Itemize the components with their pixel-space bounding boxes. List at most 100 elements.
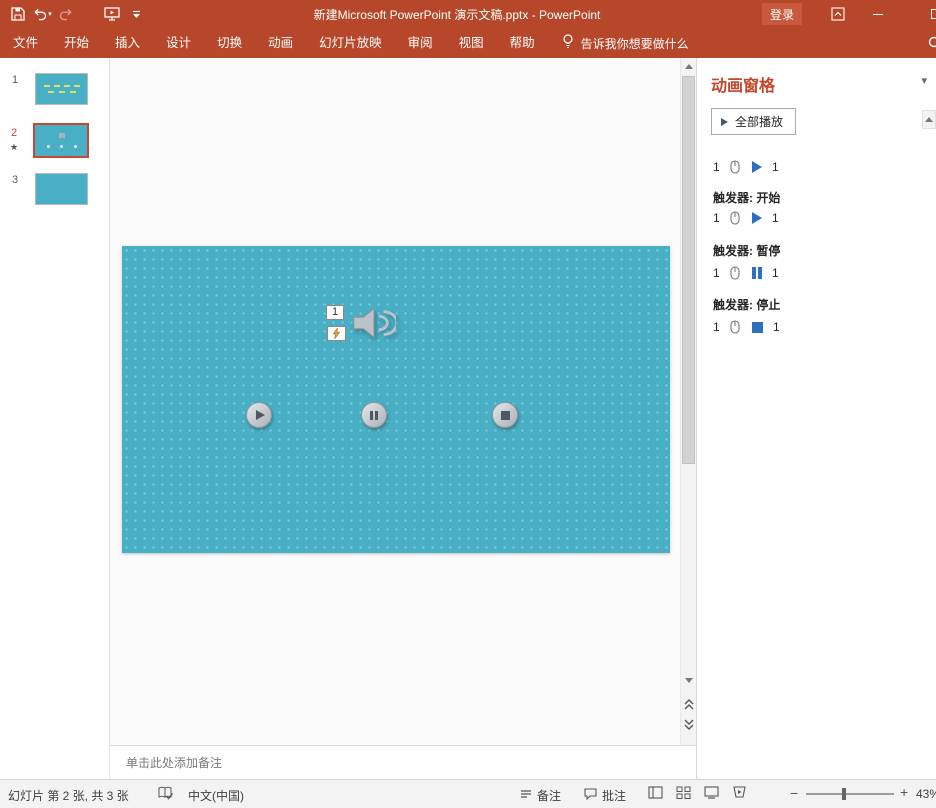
maximize-icon[interactable] <box>920 3 936 25</box>
zoom-out-button[interactable]: − <box>790 785 798 801</box>
start-slideshow-icon[interactable] <box>100 3 124 25</box>
pane-collapse-icon[interactable]: ▾ <box>921 74 927 87</box>
tab-insert[interactable]: 插入 <box>102 28 153 58</box>
tell-me-box[interactable]: 告诉我你想要做什么 <box>562 34 689 52</box>
stop-glyph-icon <box>752 322 763 333</box>
tab-slideshow[interactable]: 幻灯片放映 <box>306 28 395 58</box>
trigger-group-label: 触发器: 暂停 <box>713 242 780 259</box>
next-slide-icon[interactable] <box>681 716 697 732</box>
view-switcher <box>648 786 747 799</box>
trigger-group-label: 触发器: 开始 <box>713 189 780 206</box>
tab-animations[interactable]: 动画 <box>255 28 306 58</box>
animation-trigger-badge <box>327 326 346 341</box>
notes-icon <box>520 788 532 803</box>
notes-toggle-button[interactable]: 备注 <box>520 787 561 804</box>
tab-transitions[interactable]: 切换 <box>204 28 255 58</box>
thumb-button-dot <box>47 145 50 148</box>
quick-access-toolbar: ▾ <box>0 3 148 25</box>
comment-icon <box>584 788 597 803</box>
animation-number-badge: 1 <box>326 305 344 320</box>
play-icon <box>721 118 728 126</box>
previous-slide-icon[interactable] <box>681 696 697 712</box>
redo-icon[interactable] <box>54 3 78 25</box>
save-icon[interactable] <box>6 3 30 25</box>
scroll-down-icon[interactable] <box>681 672 697 688</box>
pane-scroll-up-icon[interactable] <box>922 110 936 129</box>
slide-number: 3 <box>12 174 18 186</box>
tab-review[interactable]: 审阅 <box>395 28 446 58</box>
notes-area[interactable]: 单击此处添加备注 <box>110 745 696 779</box>
lightning-icon <box>332 328 341 339</box>
tell-me-label: 告诉我你想要做什么 <box>581 35 689 52</box>
stop-button-shape[interactable] <box>492 402 518 428</box>
tab-design[interactable]: 设计 <box>153 28 204 58</box>
play-glyph-icon <box>752 212 762 224</box>
speaker-icon[interactable] <box>350 301 396 348</box>
titlebar: ▾ 新建Microsoft PowerPoint 演示文稿.pptx - Pow… <box>0 0 936 28</box>
click-trigger-icon <box>730 320 740 334</box>
tab-help[interactable]: 帮助 <box>497 28 548 58</box>
comments-toggle-label: 批注 <box>602 787 626 804</box>
ribbon-display-options-icon[interactable] <box>824 3 852 25</box>
trigger-group-label: 触发器: 停止 <box>713 296 780 313</box>
comments-toggle-button[interactable]: 批注 <box>584 787 626 804</box>
zoom-in-button[interactable]: + <box>900 784 908 800</box>
search-icon[interactable] <box>927 35 936 54</box>
zoom-percent[interactable]: 43% <box>916 787 936 801</box>
slide-sorter-view-icon[interactable] <box>676 786 691 799</box>
animation-item[interactable]: 1 1 <box>713 158 779 176</box>
pause-button-shape[interactable] <box>361 402 387 428</box>
play-all-label: 全部播放 <box>735 113 783 130</box>
animation-pane: 动画窗格 ▾ 全部播放 1 1 触发器: 开始 1 1 触发器: 暂停 1 <box>696 58 936 779</box>
lightbulb-icon <box>562 34 574 52</box>
animation-item[interactable]: 1 1 <box>713 318 780 336</box>
spellcheck-icon[interactable] <box>158 786 173 804</box>
scrollbar-thumb[interactable] <box>682 76 695 464</box>
zoom-slider-thumb[interactable] <box>842 788 846 800</box>
animation-target-label: 1 <box>772 266 779 280</box>
normal-view-icon[interactable] <box>648 786 663 799</box>
undo-icon[interactable]: ▾ <box>30 3 54 25</box>
statusbar: 幻灯片 第 2 张, 共 3 张 中文(中国) 备注 批注 <box>0 779 936 808</box>
pause-glyph-icon <box>752 267 762 279</box>
slide-thumbnail-2[interactable] <box>33 123 89 158</box>
scroll-up-icon[interactable] <box>681 58 697 74</box>
click-trigger-icon <box>730 160 740 174</box>
animation-target-label: 1 <box>772 211 779 225</box>
thumb-title-placeholder <box>44 85 80 87</box>
minimize-icon[interactable] <box>864 3 892 25</box>
slide-number: 1 <box>12 74 18 86</box>
click-trigger-icon <box>730 266 740 280</box>
animation-order-number: 1 <box>713 320 722 334</box>
zoom-slider[interactable] <box>806 793 894 795</box>
tab-file[interactable]: 文件 <box>0 28 51 58</box>
ribbon-tab-bar: 文件 开始 插入 设计 切换 动画 幻灯片放映 审阅 视图 帮助 告诉我你想要做… <box>0 28 936 58</box>
thumb-title-placeholder <box>48 91 76 93</box>
animation-order-number: 1 <box>713 211 722 225</box>
notes-toggle-label: 备注 <box>537 787 561 804</box>
tab-home[interactable]: 开始 <box>51 28 102 58</box>
language-button[interactable]: 中文(中国) <box>188 787 244 804</box>
sign-in-button[interactable]: 登录 <box>762 3 802 25</box>
animation-star-icon: ★ <box>10 142 18 153</box>
slide[interactable]: 1 <box>122 246 670 553</box>
slideshow-view-icon[interactable] <box>732 786 747 799</box>
play-button-shape[interactable] <box>246 402 272 428</box>
animation-item[interactable]: 1 1 <box>713 209 779 227</box>
click-trigger-icon <box>730 211 740 225</box>
reading-view-icon[interactable] <box>704 786 719 799</box>
thumb-speaker-icon <box>59 133 65 138</box>
vertical-scrollbar[interactable] <box>680 58 696 745</box>
animation-item[interactable]: 1 1 <box>713 264 779 282</box>
thumb-button-dot <box>74 145 77 148</box>
slide-thumbnail-3[interactable] <box>35 173 88 205</box>
slide-thumbnail-1[interactable] <box>35 73 88 105</box>
undo-dropdown-icon[interactable]: ▾ <box>48 10 52 18</box>
editor-canvas[interactable]: 1 <box>110 58 680 745</box>
window-title: 新建Microsoft PowerPoint 演示文稿.pptx - Power… <box>148 6 936 23</box>
slide-number: 2 <box>11 127 17 139</box>
play-all-button[interactable]: 全部播放 <box>711 108 796 135</box>
customize-quick-access-icon[interactable] <box>124 3 148 25</box>
tab-view[interactable]: 视图 <box>446 28 497 58</box>
notes-placeholder: 单击此处添加备注 <box>126 754 222 771</box>
